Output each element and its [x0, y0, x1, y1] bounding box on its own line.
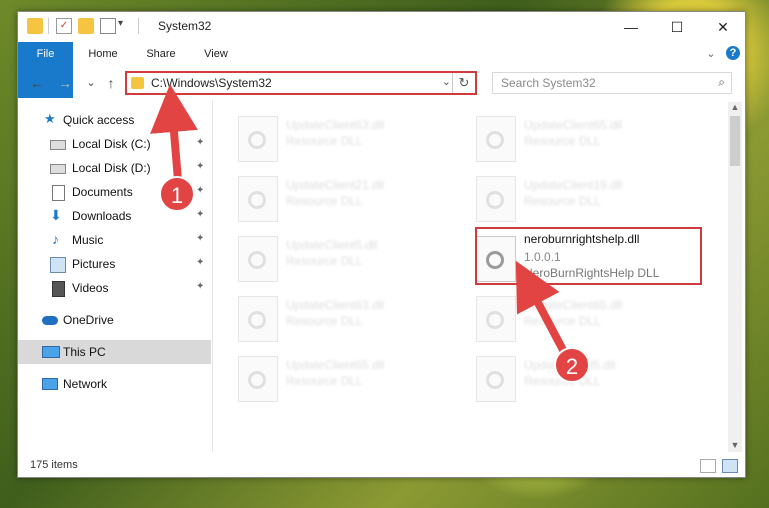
- step-badge-1: 1: [159, 176, 195, 212]
- annotation-arrows: [150, 84, 567, 354]
- arrow-1: [150, 84, 198, 184]
- arrow-2: [515, 260, 567, 354]
- step-badge-2: 2: [554, 347, 590, 383]
